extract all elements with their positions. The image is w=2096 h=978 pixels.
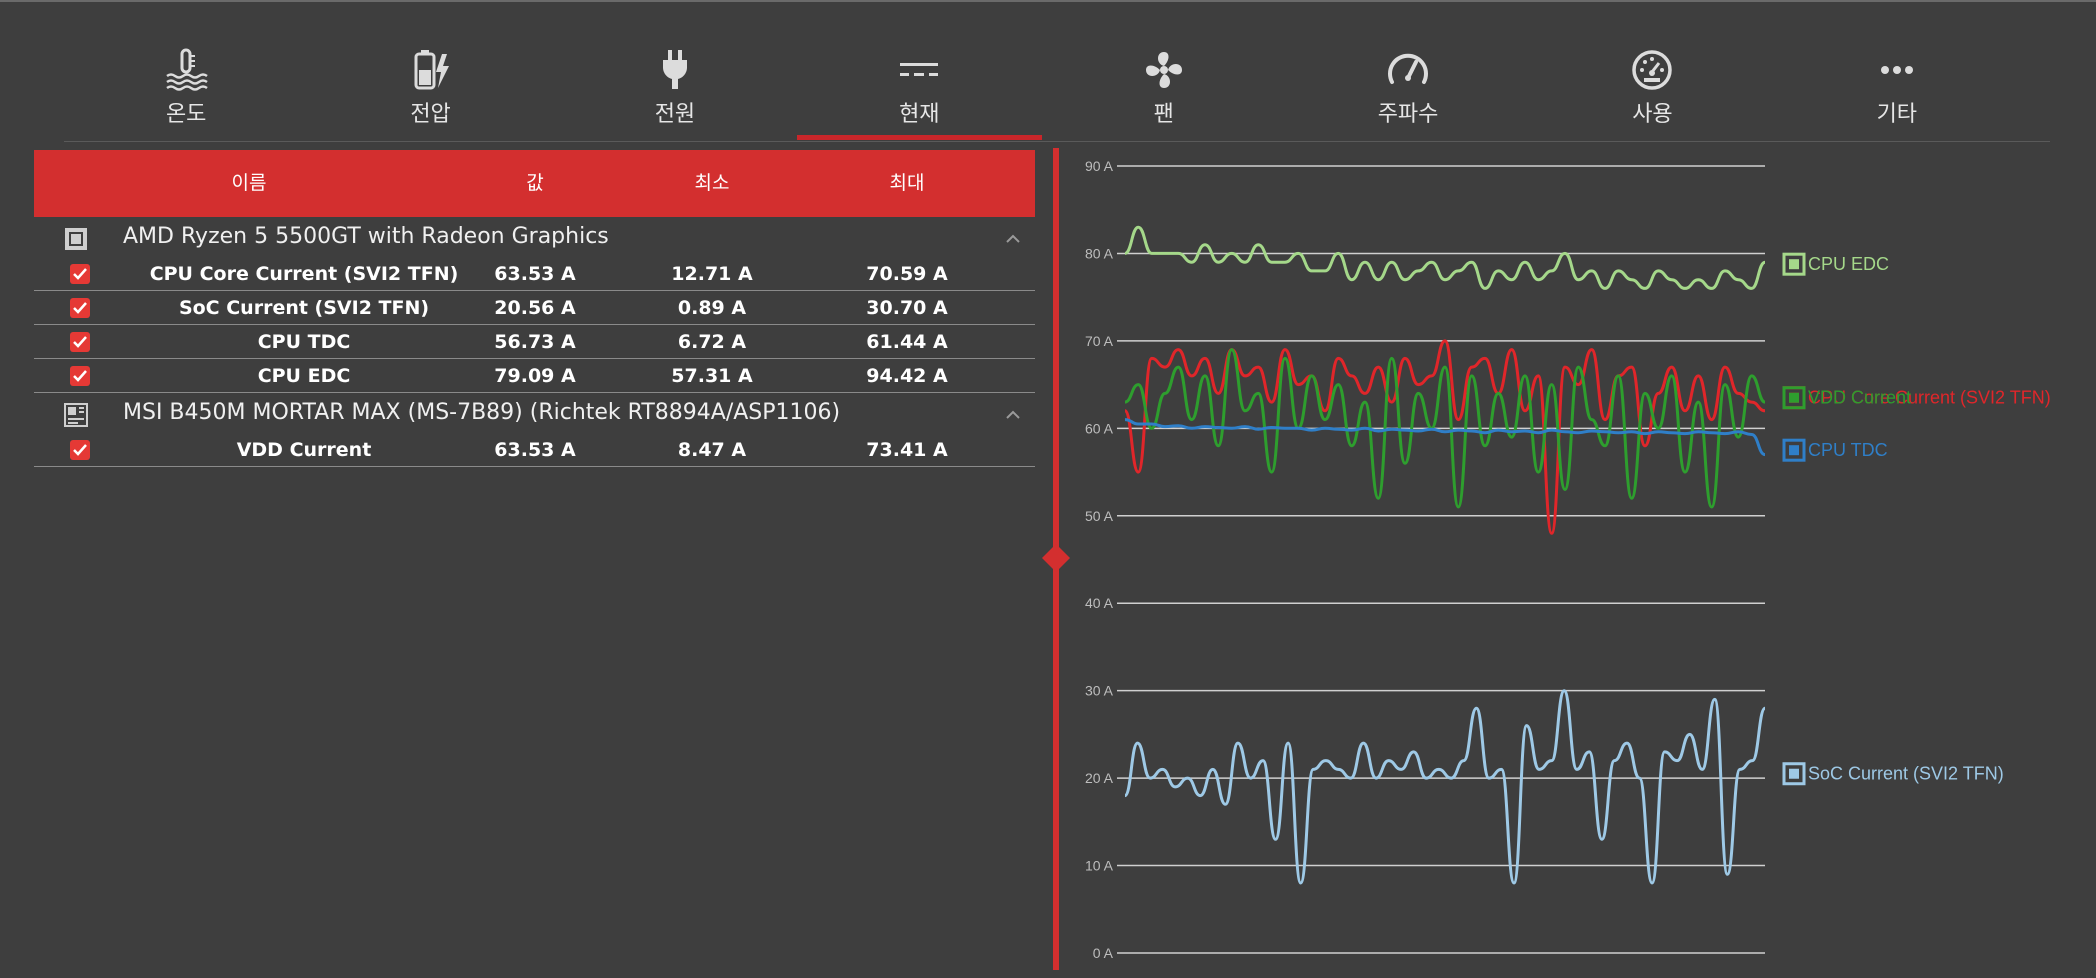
- collapse-chevron-icon[interactable]: [1006, 407, 1020, 421]
- y-tick-label: 30 A: [1085, 683, 1114, 699]
- y-tick-label: 60 A: [1085, 420, 1114, 436]
- sensor-max: 94.42 A: [866, 365, 948, 387]
- collapse-chevron-icon[interactable]: [1006, 231, 1020, 245]
- legend-swatch-fill: [1789, 259, 1799, 270]
- sensor-max: 61.44 A: [866, 331, 948, 353]
- sensor-checkbox[interactable]: [70, 332, 90, 352]
- y-tick-label: 80 A: [1085, 245, 1114, 261]
- y-tick-label: 0 A: [1093, 945, 1114, 961]
- thermometer-icon: [164, 48, 208, 92]
- group-name: MSI B450M MORTAR MAX (MS-7B89) (Richtek …: [123, 400, 841, 425]
- y-tick-label: 90 A: [1085, 158, 1114, 174]
- tab-label: 현재: [899, 102, 940, 127]
- sensor-min: 6.72 A: [677, 331, 747, 353]
- motherboard-icon: [64, 403, 88, 427]
- series-line: [1124, 225, 1766, 290]
- tab-label: 온도: [165, 102, 207, 127]
- tab-0[interactable]: 온도: [64, 40, 308, 132]
- tab-label: 주파수: [1377, 102, 1439, 127]
- legend-label: CPU TDC: [1808, 440, 1888, 460]
- sensor-min: 8.47 A: [677, 439, 747, 461]
- table-row[interactable]: CPU EDC 79.09 A 57.31 A 94.42 A: [34, 359, 1035, 393]
- table-body: AMD Ryzen 5 5500GT with Radeon Graphics …: [34, 217, 1035, 467]
- tab-label: 전원: [654, 102, 696, 127]
- tab-2[interactable]: 전원: [553, 40, 797, 132]
- table-row[interactable]: CPU Core Current (SVI2 TFN) 63.53 A 12.7…: [34, 257, 1035, 291]
- tab-6[interactable]: 사용: [1530, 40, 1774, 132]
- tab-7[interactable]: 기타: [1775, 40, 2019, 132]
- window-top-border: [0, 0, 2096, 2]
- plug-icon: [653, 48, 697, 92]
- category-tabs: 온도 전압 전원 현재 팬 주파수 사용 기타: [64, 40, 2019, 140]
- legend-swatch-fill: [1789, 768, 1799, 779]
- header-max[interactable]: 최대: [804, 150, 1010, 217]
- sensor-value: 79.09 A: [494, 365, 576, 387]
- header-min[interactable]: 최소: [609, 150, 815, 217]
- tab-label: 팬: [1153, 102, 1174, 127]
- tab-3[interactable]: 현재: [797, 40, 1042, 140]
- sensor-min: 57.31 A: [671, 365, 753, 387]
- more-icon: [1875, 48, 1919, 92]
- sensor-max: 70.59 A: [866, 263, 948, 285]
- table-header: 이름 값 최소 최대: [34, 150, 1035, 217]
- speedometer-icon: [1386, 48, 1430, 92]
- sensor-checkbox[interactable]: [70, 298, 90, 318]
- y-tick-label: 20 A: [1085, 770, 1114, 786]
- table-row[interactable]: CPU TDC 56.73 A 6.72 A 61.44 A: [34, 325, 1035, 359]
- fan-icon: [1142, 48, 1186, 92]
- y-tick-label: 10 A: [1085, 858, 1114, 874]
- sensor-table: 이름 값 최소 최대 AMD Ryzen 5 5500GT with Radeo…: [34, 150, 1035, 467]
- table-row[interactable]: SoC Current (SVI2 TFN) 20.56 A 0.89 A 30…: [34, 291, 1035, 325]
- sensor-group[interactable]: MSI B450M MORTAR MAX (MS-7B89) (Richtek …: [34, 393, 1035, 433]
- cpu-icon: [64, 227, 88, 251]
- sensor-group[interactable]: AMD Ryzen 5 5500GT with Radeon Graphics: [34, 217, 1035, 257]
- current-chart: 0 A 10 A 20 A 30 A 40 A 50 A 60 A 70 A 80 A 90 A C…: [1085, 158, 2051, 961]
- legend-label: VDD Current: [1808, 388, 1911, 408]
- tab-4[interactable]: 팬: [1042, 40, 1286, 132]
- tab-1[interactable]: 전압: [308, 40, 552, 132]
- sensor-min: 12.71 A: [671, 263, 753, 285]
- sensor-value: 63.53 A: [494, 263, 576, 285]
- sensor-max: 73.41 A: [866, 439, 948, 461]
- sensor-value: 56.73 A: [494, 331, 576, 353]
- header-name[interactable]: 이름: [124, 150, 374, 217]
- battery-bolt-icon: [409, 48, 453, 92]
- sensor-min: 0.89 A: [677, 297, 747, 319]
- sensor-checkbox[interactable]: [70, 264, 90, 284]
- current-icon: [897, 48, 941, 92]
- group-name: AMD Ryzen 5 5500GT with Radeon Graphics: [123, 224, 609, 249]
- sensor-value: 63.53 A: [494, 439, 576, 461]
- table-row[interactable]: VDD Current 63.53 A 8.47 A 73.41 A: [34, 433, 1035, 467]
- y-tick-label: 70 A: [1085, 333, 1114, 349]
- sensor-value: 20.56 A: [494, 297, 576, 319]
- header-value[interactable]: 값: [432, 150, 638, 217]
- tab-5[interactable]: 주파수: [1286, 40, 1530, 132]
- gauge-icon: [1630, 48, 1674, 92]
- legend-label: SoC Current (SVI2 TFN): [1808, 764, 2004, 784]
- tab-label: 기타: [1876, 102, 1918, 127]
- y-tick-label: 50 A: [1085, 508, 1114, 524]
- tab-label: 전압: [410, 102, 451, 127]
- sensor-max: 30.70 A: [866, 297, 948, 319]
- legend-label: CPU EDC: [1808, 254, 1889, 274]
- legend-swatch-fill: [1789, 445, 1799, 456]
- y-tick-label: 40 A: [1085, 595, 1114, 611]
- tab-label: 사용: [1632, 102, 1673, 127]
- sensor-checkbox[interactable]: [70, 440, 90, 460]
- series-line: [1123, 689, 1767, 885]
- sensor-checkbox[interactable]: [70, 366, 90, 386]
- legend-swatch-fill: [1789, 392, 1799, 403]
